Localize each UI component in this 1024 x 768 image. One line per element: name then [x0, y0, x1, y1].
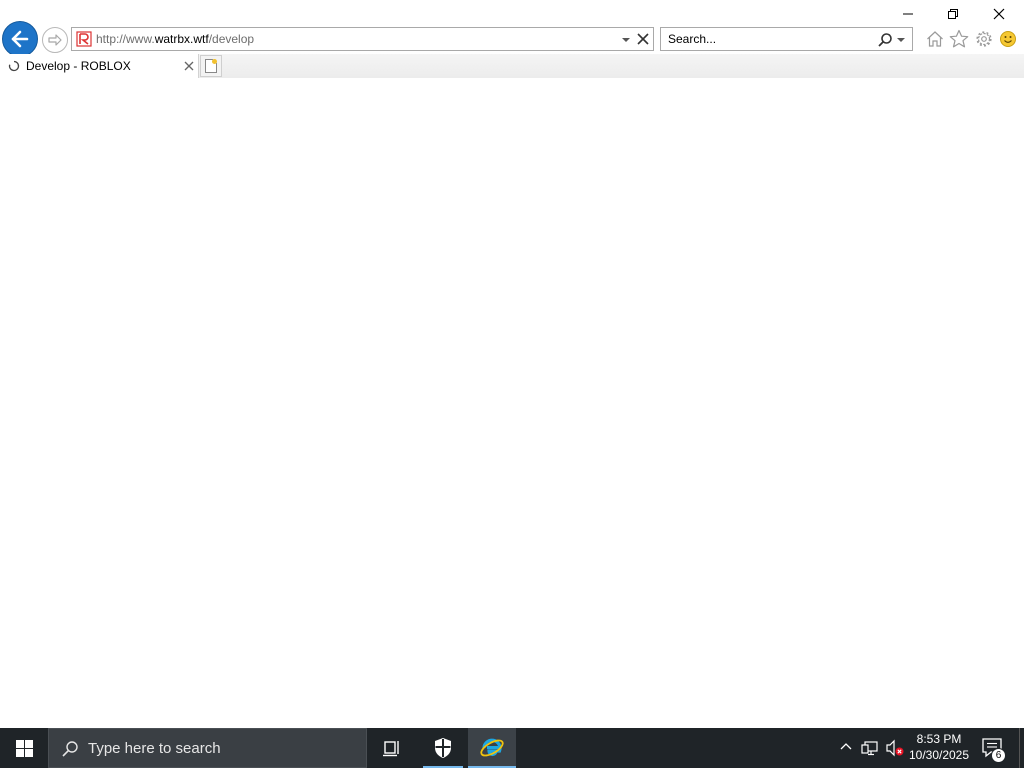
minimize-icon [903, 13, 913, 15]
restore-button[interactable] [930, 0, 976, 28]
star-icon [949, 29, 969, 48]
close-icon [993, 8, 1005, 20]
minimize-button[interactable] [885, 0, 931, 28]
close-window-button[interactable] [976, 0, 1022, 28]
new-tab-button[interactable] [200, 55, 222, 77]
start-button[interactable] [0, 728, 48, 768]
address-url: http://www.watrbx.wtf/develop [96, 32, 254, 46]
notification-count-badge: 6 [991, 748, 1006, 763]
show-hidden-icons-chevron-icon[interactable] [838, 739, 854, 755]
url-domain: watrbx.wtf [154, 32, 209, 46]
taskbar-search-box[interactable]: Type here to search [48, 728, 367, 768]
address-bar[interactable]: http://www.watrbx.wtf/develop [71, 27, 654, 51]
roblox-site-icon [76, 31, 92, 47]
loading-spinner-icon [8, 60, 20, 72]
tab-title: Develop - ROBLOX [26, 59, 131, 73]
taskbar-search-placeholder: Type here to search [88, 740, 221, 757]
browser-window: http://www.watrbx.wtf/develop Search... … [0, 0, 1024, 728]
tab-develop-roblox[interactable]: Develop - ROBLOX [0, 54, 199, 78]
home-icon [927, 31, 943, 47]
forward-button[interactable] [42, 27, 68, 53]
forward-arrow-icon [48, 34, 62, 46]
chevron-down-icon[interactable] [620, 34, 632, 46]
url-path: /develop [208, 32, 255, 46]
windows-logo-icon [15, 739, 33, 757]
url-prefix: http://www. [96, 32, 155, 46]
internet-explorer-app[interactable] [468, 728, 516, 768]
page-content [0, 78, 1024, 728]
search-icon[interactable] [877, 32, 893, 48]
tab-strip: Develop - ROBLOX [0, 54, 1024, 78]
volume-muted-icon[interactable] [885, 739, 905, 757]
tools-button[interactable] [974, 29, 994, 49]
search-box[interactable] [660, 27, 913, 51]
home-button[interactable] [925, 29, 945, 49]
tab-close-icon[interactable] [182, 59, 196, 73]
network-icon[interactable] [861, 739, 879, 757]
shield-icon [435, 738, 451, 758]
task-view-button[interactable] [370, 728, 414, 768]
feedback-button[interactable] [998, 29, 1018, 49]
smiley-icon [1000, 31, 1016, 47]
search-dropdown-icon[interactable] [896, 36, 906, 44]
system-clock[interactable]: 8:53 PM 10/30/2025 [906, 731, 972, 764]
internet-explorer-icon [480, 738, 504, 757]
windows-security-app[interactable] [421, 728, 465, 768]
back-button[interactable] [2, 21, 38, 57]
show-desktop-button[interactable] [1019, 728, 1024, 768]
restore-icon [948, 9, 958, 19]
gear-icon [976, 31, 992, 47]
back-arrow-icon [11, 30, 29, 48]
search-icon [62, 741, 78, 757]
task-view-icon [383, 741, 399, 757]
new-tab-icon [205, 59, 217, 73]
stop-icon[interactable] [635, 31, 651, 47]
taskbar: Type here to search 8:53 PM 10/30/2025 6 [0, 728, 1024, 768]
clock-time: 8:53 PM [916, 732, 962, 746]
search-input[interactable] [661, 28, 871, 50]
clock-date: 10/30/2025 [908, 748, 970, 762]
favorites-button[interactable] [949, 29, 969, 49]
